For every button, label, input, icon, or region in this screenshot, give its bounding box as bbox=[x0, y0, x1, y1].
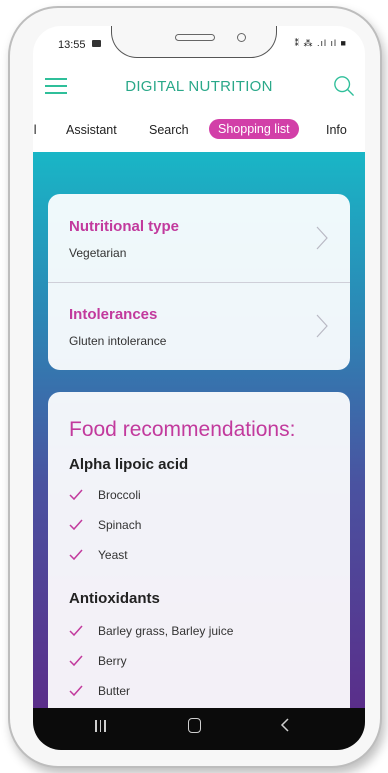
pref-value: Vegetarian bbox=[69, 246, 127, 260]
app-screen: 13:55 ⁑ ⁂ .ıl ıl ■ DIGITAL NUTRITION ll … bbox=[33, 26, 365, 750]
image-notification-icon bbox=[92, 40, 101, 47]
tab-search[interactable]: Search bbox=[149, 123, 189, 137]
section-heading: Antioxidants bbox=[69, 590, 160, 607]
recent-apps-icon[interactable] bbox=[95, 719, 109, 737]
nutritional-type-row[interactable]: Nutritional type Vegetarian bbox=[48, 194, 350, 283]
check-icon bbox=[69, 625, 83, 637]
preferences-card: Nutritional type Vegetarian Intolerances… bbox=[48, 194, 350, 370]
status-time: 13:55 bbox=[58, 39, 86, 51]
recommendations-title: Food recommendations: bbox=[69, 418, 296, 441]
tab-bar: ll Assistant Search Shopping list Info bbox=[33, 118, 365, 144]
pref-title: Intolerances bbox=[69, 306, 158, 323]
pref-title: Nutritional type bbox=[69, 218, 180, 235]
check-icon bbox=[69, 519, 83, 531]
signal-battery-icons: ⁑ ⁂ .ıl ıl ■ bbox=[294, 38, 347, 48]
home-icon[interactable] bbox=[188, 718, 201, 733]
food-recommendations-card: Food recommendations: Alpha lipoic acid … bbox=[48, 392, 350, 708]
main-content: Nutritional type Vegetarian Intolerances… bbox=[33, 152, 365, 708]
camera-notch bbox=[111, 26, 277, 58]
check-icon bbox=[69, 655, 83, 667]
tab-shopping-list[interactable]: Shopping list bbox=[209, 119, 299, 139]
tab-partial[interactable]: ll bbox=[33, 123, 37, 137]
intolerances-row[interactable]: Intolerances Gluten intolerance bbox=[48, 282, 350, 370]
search-icon[interactable] bbox=[333, 75, 355, 97]
pref-value: Gluten intolerance bbox=[69, 334, 167, 348]
section-heading: Alpha lipoic acid bbox=[69, 456, 189, 473]
chevron-right-icon bbox=[316, 314, 328, 338]
check-icon bbox=[69, 489, 83, 501]
app-title: DIGITAL NUTRITION bbox=[125, 78, 273, 95]
app-header: DIGITAL NUTRITION bbox=[33, 68, 365, 104]
tab-assistant[interactable]: Assistant bbox=[66, 123, 117, 137]
check-icon bbox=[69, 685, 83, 697]
check-icon bbox=[69, 549, 83, 561]
camera-icon bbox=[237, 33, 246, 42]
system-nav-bar bbox=[33, 708, 365, 750]
tab-info[interactable]: Info bbox=[326, 123, 347, 137]
speaker-grille bbox=[175, 34, 215, 41]
back-icon[interactable] bbox=[279, 717, 291, 733]
chevron-right-icon bbox=[316, 226, 328, 250]
